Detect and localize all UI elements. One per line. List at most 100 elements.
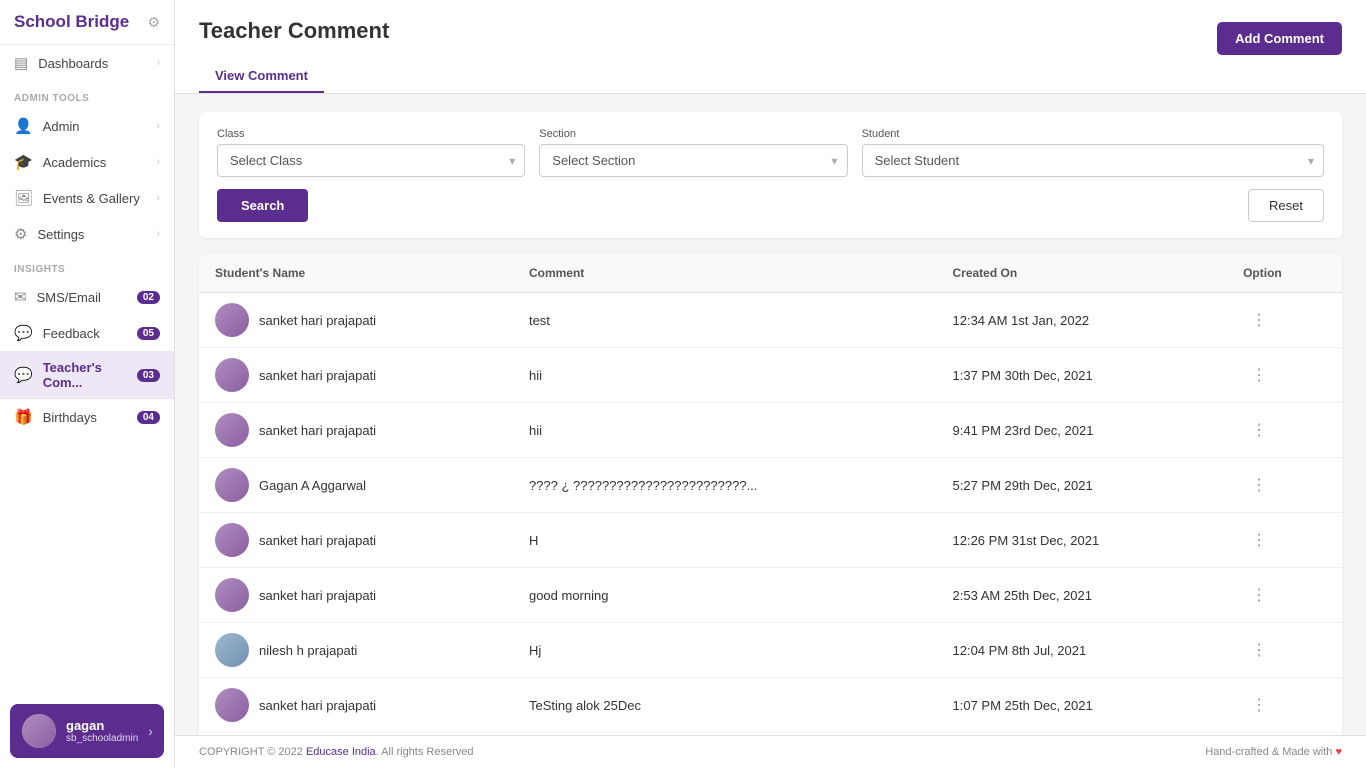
chevron-right-icon: › [156, 192, 160, 204]
sidebar-item-admin[interactable]: 👤 Admin › [0, 108, 174, 144]
page-tabs: View Comment [199, 60, 389, 93]
table-row: sanket hari prajapati test 12:34 AM 1st … [199, 293, 1342, 348]
chevron-right-icon: › [156, 228, 160, 240]
student-select[interactable]: Select Student [862, 144, 1324, 177]
student-name-text: sanket hari prajapati [259, 533, 376, 548]
sidebar-item-feedback[interactable]: 💬 Feedback 05 [0, 315, 174, 351]
sidebar-logo: School Bridge ⚙ [0, 0, 174, 45]
cell-created-on: 5:27 PM 29th Dec, 2021 [937, 458, 1228, 513]
cell-comment: hii [513, 403, 937, 458]
cell-created-on: 9:41 PM 23rd Dec, 2021 [937, 403, 1228, 458]
more-options-button[interactable]: ⋮ [1243, 526, 1275, 554]
reset-button[interactable]: Reset [1248, 189, 1324, 222]
page-header: Teacher Comment View Comment Add Comment [175, 0, 1366, 94]
more-options-button[interactable]: ⋮ [1243, 691, 1275, 719]
cell-student-name: sanket hari prajapati [199, 293, 513, 348]
tab-view-comment[interactable]: View Comment [199, 60, 324, 93]
section-filter-group: Section Select Section [539, 128, 847, 177]
cell-student-name: sanket hari prajapati [199, 568, 513, 623]
footer: COPYRIGHT © 2022 Educase India. All righ… [175, 735, 1366, 768]
table-header-row: Student's Name Comment Created On Option [199, 254, 1342, 293]
avatar [22, 714, 56, 748]
sidebar-item-birthdays[interactable]: 🎁 Birthdays 04 [0, 399, 174, 435]
search-button[interactable]: Search [217, 189, 308, 222]
avatar [215, 358, 249, 392]
sidebar-item-events-gallery[interactable]: 🖼 Events & Gallery › [0, 180, 174, 216]
student-name-text: sanket hari prajapati [259, 368, 376, 383]
cell-option: ⋮ [1227, 458, 1342, 513]
sidebar-item-teachers-comment[interactable]: 💬 Teacher's Com... 03 [0, 351, 174, 399]
page-content: Class Select Class Section Select Sectio… [175, 94, 1366, 735]
more-options-button[interactable]: ⋮ [1243, 471, 1275, 499]
sidebar: School Bridge ⚙ ▤ Dashboards › ADMIN TOO… [0, 0, 175, 768]
sidebar-item-label: Events & Gallery [43, 191, 146, 206]
cell-student-name: sanket hari prajapati [199, 403, 513, 458]
user-chevron-icon: › [148, 723, 153, 739]
heart-icon: ♥ [1335, 746, 1342, 758]
main-area: Teacher Comment View Comment Add Comment… [175, 0, 1366, 768]
more-options-button[interactable]: ⋮ [1243, 581, 1275, 609]
student-name-text: sanket hari prajapati [259, 313, 376, 328]
cell-student-name: sanket hari prajapati [199, 678, 513, 733]
cell-option: ⋮ [1227, 568, 1342, 623]
user-name: gagan [66, 718, 138, 733]
footer-handcrafted: Hand-crafted & Made with ♥ [1205, 746, 1342, 758]
sidebar-item-label: Birthdays [43, 410, 127, 425]
avatar [215, 688, 249, 722]
table-row: Gagan A Aggarwal ???? ¿ ????????????????… [199, 458, 1342, 513]
sidebar-item-label: Dashboards [38, 56, 146, 71]
sidebar-item-label: Teacher's Com... [43, 360, 127, 390]
more-options-button[interactable]: ⋮ [1243, 636, 1275, 664]
student-name-text: sanket hari prajapati [259, 588, 376, 603]
user-profile[interactable]: gagan sb_schooladmin › [10, 704, 164, 758]
cell-option: ⋮ [1227, 293, 1342, 348]
sidebar-item-label: SMS/Email [37, 290, 127, 305]
sidebar-item-settings[interactable]: ⚙ Settings › [0, 216, 174, 252]
student-label: Student [862, 128, 1324, 140]
chevron-right-icon: › [156, 57, 160, 69]
class-select[interactable]: Select Class [217, 144, 525, 177]
cell-comment: good morning [513, 568, 937, 623]
cell-student-name: sanket hari prajapati [199, 348, 513, 403]
comments-table: Student's Name Comment Created On Option… [199, 254, 1342, 735]
cell-student-name: nilesh h prajapati [199, 623, 513, 678]
cell-comment: test [513, 293, 937, 348]
avatar [215, 578, 249, 612]
teachers-comment-badge: 03 [137, 369, 160, 382]
class-filter-group: Class Select Class [217, 128, 525, 177]
filter-row: Class Select Class Section Select Sectio… [217, 128, 1324, 177]
settings-menu-icon: ⚙ [14, 225, 27, 243]
admin-tools-label: ADMIN TOOLS [0, 81, 174, 108]
chevron-right-icon: › [156, 120, 160, 132]
avatar [215, 303, 249, 337]
cell-comment: hii [513, 348, 937, 403]
chevron-right-icon: › [156, 156, 160, 168]
academics-icon: 🎓 [14, 153, 33, 171]
avatar [215, 523, 249, 557]
sidebar-item-dashboards[interactable]: ▤ Dashboards › [0, 45, 174, 81]
table-row: sanket hari prajapati good morning 2:53 … [199, 568, 1342, 623]
student-filter-group: Student Select Student [862, 128, 1324, 177]
more-options-button[interactable]: ⋮ [1243, 416, 1275, 444]
add-comment-button[interactable]: Add Comment [1217, 22, 1342, 55]
insights-label: INSIGHTS [0, 252, 174, 279]
section-select-wrap: Select Section [539, 144, 847, 177]
admin-icon: 👤 [14, 117, 33, 135]
sidebar-item-label: Feedback [43, 326, 127, 341]
sidebar-item-sms-email[interactable]: ✉ SMS/Email 02 [0, 279, 174, 315]
filter-actions: Search Reset [217, 189, 1324, 222]
more-options-button[interactable]: ⋮ [1243, 306, 1275, 334]
section-select[interactable]: Select Section [539, 144, 847, 177]
sidebar-item-label: Settings [37, 227, 146, 242]
table-row: nilesh h prajapati Hj 12:04 PM 8th Jul, … [199, 623, 1342, 678]
table-row: sanket hari prajapati hii 1:37 PM 30th D… [199, 348, 1342, 403]
more-options-button[interactable]: ⋮ [1243, 361, 1275, 389]
section-label: Section [539, 128, 847, 140]
footer-company-link[interactable]: Educase India [306, 746, 376, 758]
table-body: sanket hari prajapati test 12:34 AM 1st … [199, 293, 1342, 736]
sidebar-item-academics[interactable]: 🎓 Academics › [0, 144, 174, 180]
birthdays-badge: 04 [137, 411, 160, 424]
settings-icon[interactable]: ⚙ [147, 14, 160, 31]
filter-card: Class Select Class Section Select Sectio… [199, 112, 1342, 238]
user-info: gagan sb_schooladmin [66, 718, 138, 744]
